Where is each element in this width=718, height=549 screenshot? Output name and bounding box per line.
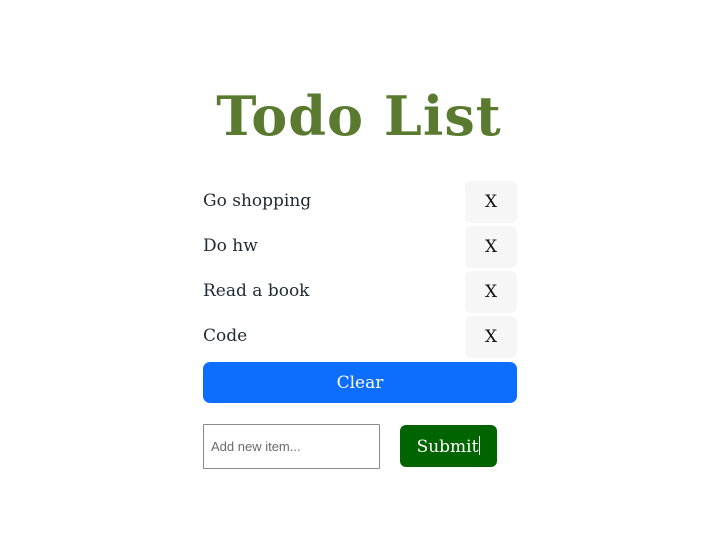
delete-button[interactable]: X [465,271,517,313]
list-item: Read a book X [203,270,517,315]
new-item-input[interactable] [203,424,380,469]
clear-button[interactable]: Clear [203,362,517,403]
todo-text: Go shopping [203,191,312,211]
delete-button[interactable]: X [465,226,517,268]
todo-list: Go shopping X Do hw X Read a book X Code… [203,180,517,360]
page-title: Todo List [216,84,502,148]
todo-text: Code [203,326,248,346]
todo-text: Read a book [203,281,310,301]
submit-label: Submit [416,436,479,457]
todo-text: Do hw [203,236,258,256]
submit-button[interactable]: Submit [400,425,497,467]
list-item: Go shopping X [203,180,517,225]
delete-button[interactable]: X [465,316,517,358]
list-item: Do hw X [203,225,517,270]
delete-button[interactable]: X [465,181,517,223]
list-item: Code X [203,315,517,360]
text-cursor [479,435,481,455]
